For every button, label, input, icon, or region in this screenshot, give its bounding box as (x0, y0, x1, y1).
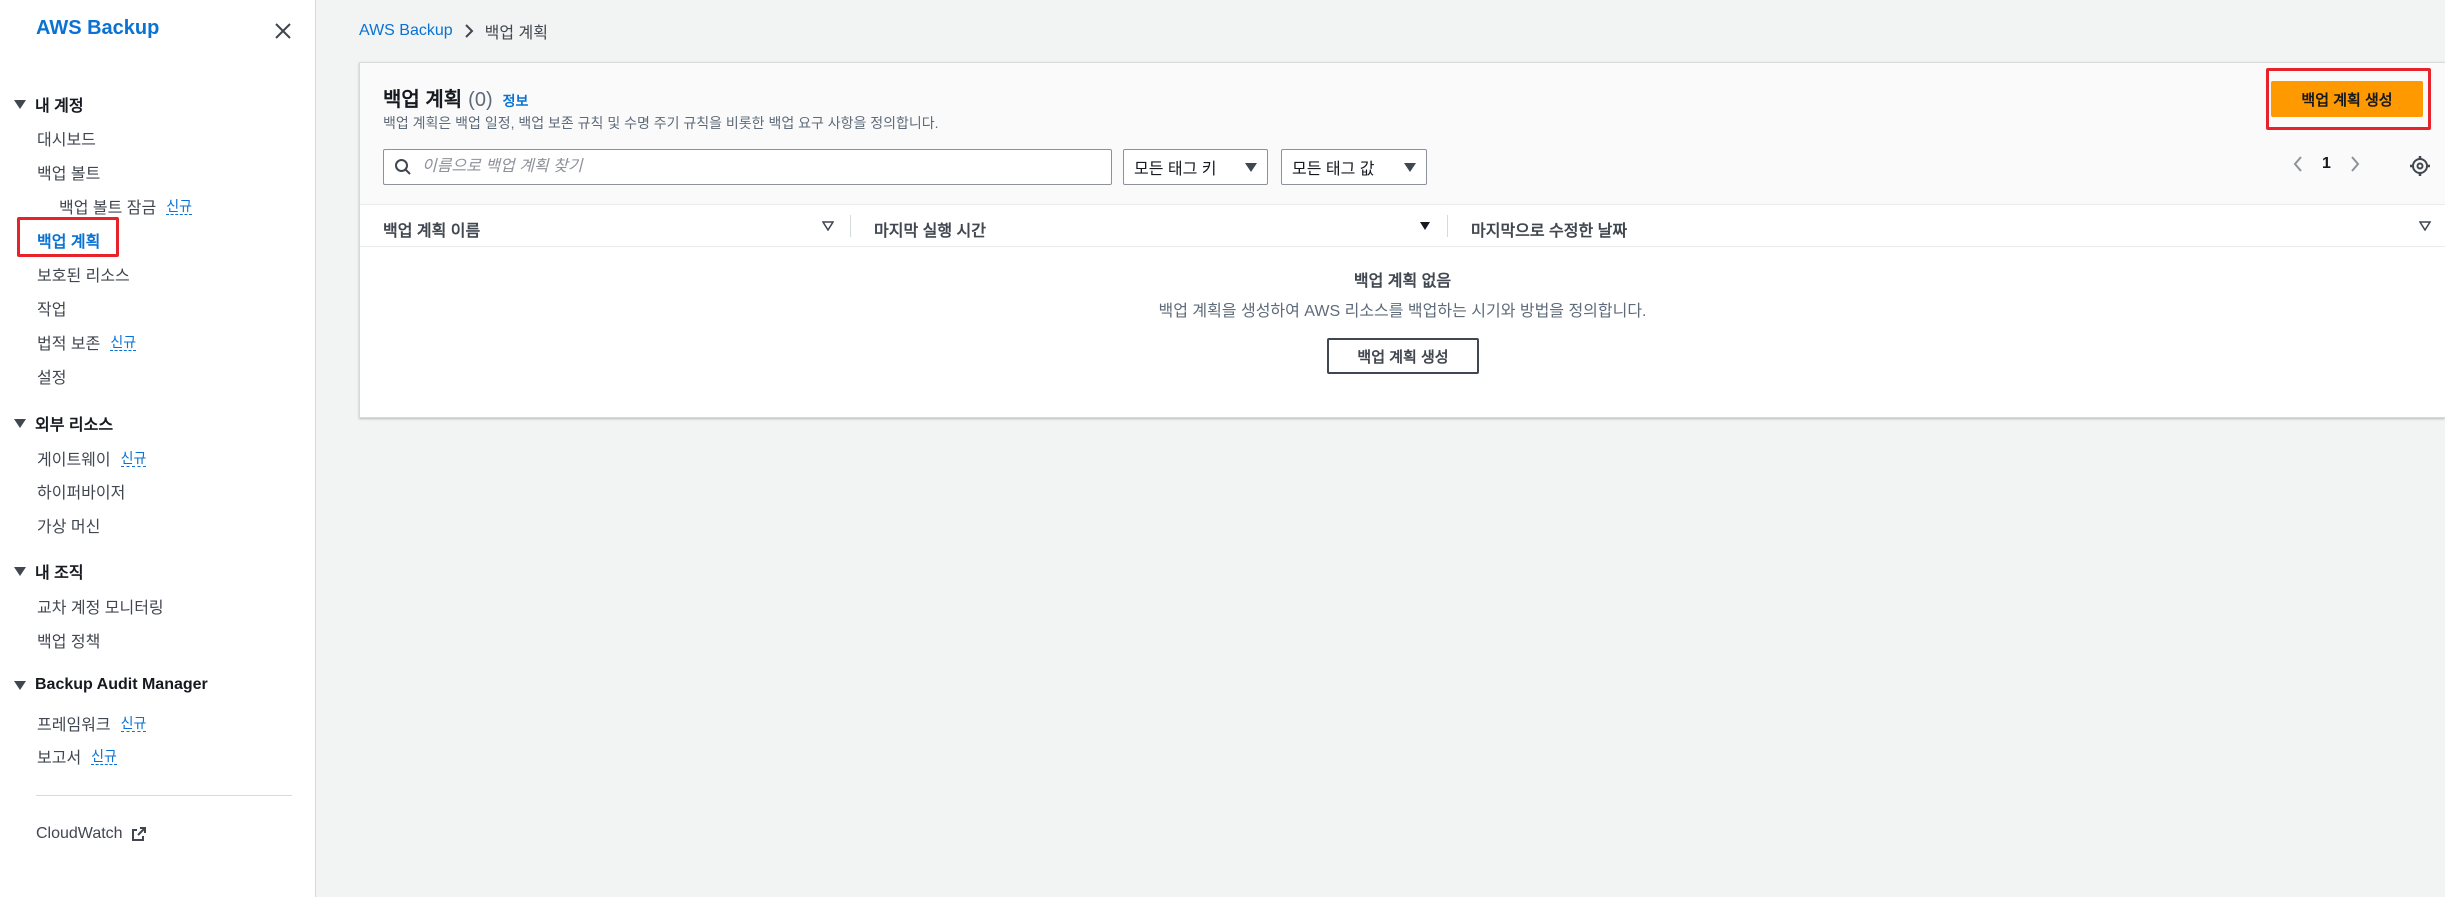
empty-state-title: 백업 계획 없음 (1353, 273, 1452, 290)
breadcrumb: AWS Backup 백업 계획 (359, 19, 548, 43)
new-badge: 신규 (110, 333, 137, 351)
empty-state-create-button[interactable]: 백업 계획 생성 (1327, 338, 1479, 374)
sidebar-item-hypervisor[interactable]: 하이퍼바이저 (37, 479, 125, 503)
sort-icon[interactable] (2419, 221, 2431, 231)
sidebar-item-vaults[interactable]: 백업 볼트 (37, 160, 100, 184)
caret-down-icon (1245, 162, 1257, 172)
page-title: 백업 계획 (0) 정보 (383, 83, 528, 112)
chevron-right-icon (464, 24, 474, 38)
new-badge: 신규 (120, 449, 147, 467)
backup-plans-table-panel: 백업 계획 (0) 정보 백업 계획은 백업 일정, 백업 보존 규칙 및 수명… (359, 62, 2445, 418)
column-divider (1447, 215, 1448, 237)
item-count: (0) (468, 89, 493, 111)
column-header-last-run[interactable]: 마지막 실행 시간 (874, 217, 986, 241)
sidebar-item-label: 게이트웨이 (37, 452, 111, 469)
sidebar-item-label: 백업 볼트 잠금 (59, 200, 157, 217)
table-header: 백업 계획 이름 마지막 실행 시간 마지막으로 수정한 날짜 (360, 205, 2445, 247)
new-badge: 신규 (120, 714, 147, 732)
breadcrumb-current: 백업 계획 (484, 25, 548, 42)
caret-down-icon (14, 680, 26, 690)
breadcrumb-root[interactable]: AWS Backup (359, 22, 453, 40)
panel-title-text: 백업 계획 (383, 89, 463, 111)
section-label: 외부 리소스 (35, 417, 114, 434)
sidebar-item-dashboard[interactable]: 대시보드 (37, 126, 96, 150)
sort-icon[interactable] (822, 221, 834, 231)
sidebar-item-vault-lock[interactable]: 백업 볼트 잠금 신규 (59, 194, 192, 218)
panel-description: 백업 계획은 백업 일정, 백업 보존 규칙 및 수명 주기 규칙을 비롯한 백… (383, 115, 939, 131)
column-header-plan-name[interactable]: 백업 계획 이름 (383, 217, 480, 241)
sidebar-divider (36, 795, 292, 796)
column-header-last-modified[interactable]: 마지막으로 수정한 날짜 (1471, 217, 1627, 241)
sidebar-item-protected-resources[interactable]: 보호된 리소스 (37, 262, 130, 286)
section-label: 내 계정 (35, 98, 84, 115)
section-label: Backup Audit Manager (35, 676, 208, 693)
sidebar-item-legal-hold[interactable]: 법적 보존 신규 (37, 330, 137, 354)
service-title[interactable]: AWS Backup (36, 17, 159, 40)
info-link[interactable]: 정보 (503, 91, 529, 111)
section-external-resources[interactable]: 외부 리소스 (14, 411, 113, 435)
column-divider (850, 215, 851, 237)
caret-down-icon (14, 99, 26, 109)
tag-key-select[interactable]: 모든 태그 키 (1123, 149, 1268, 185)
sidebar-item-reports[interactable]: 보고서 신규 (37, 744, 117, 768)
tag-value-select[interactable]: 모든 태그 값 (1281, 149, 1427, 185)
search-field[interactable] (383, 149, 1112, 185)
sidebar-item-backup-policies[interactable]: 백업 정책 (37, 628, 100, 652)
sidebar-item-label: CloudWatch (36, 825, 123, 842)
page-number[interactable]: 1 (2322, 155, 2331, 173)
close-icon[interactable] (272, 20, 294, 42)
sidebar-item-frameworks[interactable]: 프레임워크 신규 (37, 711, 147, 735)
new-badge: 신규 (166, 197, 192, 215)
sidebar-item-label: 프레임워크 (37, 717, 111, 734)
side-navigation: AWS Backup 내 계정 대시보드 백업 볼트 백업 볼트 잠금 신규 백… (0, 0, 316, 897)
chevron-right-icon[interactable] (2349, 155, 2361, 173)
chevron-left-icon[interactable] (2292, 155, 2304, 173)
sidebar-item-label: 보고서 (37, 750, 82, 767)
section-my-account[interactable]: 내 계정 (14, 92, 84, 116)
search-input[interactable] (422, 158, 1102, 176)
sidebar-item-jobs[interactable]: 작업 (37, 296, 66, 320)
sidebar-item-virtual-machines[interactable]: 가상 머신 (37, 513, 100, 537)
create-backup-plan-button[interactable]: 백업 계획 생성 (2271, 81, 2423, 117)
settings-icon[interactable] (2409, 155, 2431, 177)
sidebar-item-settings[interactable]: 설정 (37, 364, 66, 388)
tag-key-select-value: 모든 태그 키 (1134, 161, 1217, 178)
section-audit-manager[interactable]: Backup Audit Manager (14, 676, 208, 694)
search-icon (395, 159, 411, 175)
new-badge: 신규 (91, 747, 117, 765)
pagination: 1 (2292, 155, 2361, 173)
tag-value-select-value: 모든 태그 값 (1292, 161, 1375, 178)
sidebar-item-cross-account-monitoring[interactable]: 교차 계정 모니터링 (37, 594, 164, 618)
caret-down-icon (1404, 162, 1416, 172)
section-my-organization[interactable]: 내 조직 (14, 559, 84, 583)
sort-icon[interactable] (1419, 221, 1431, 231)
external-link-icon (131, 827, 146, 841)
sidebar-item-gateway[interactable]: 게이트웨이 신규 (37, 446, 147, 470)
caret-down-icon (14, 566, 26, 576)
sidebar-item-plans[interactable]: 백업 계획 (37, 228, 100, 252)
sidebar-item-cloudwatch[interactable]: CloudWatch (36, 825, 147, 843)
caret-down-icon (14, 418, 26, 428)
empty-state-description: 백업 계획을 생성하여 AWS 리소스를 백업하는 시기와 방법을 정의합니다. (1158, 303, 1647, 320)
section-label: 내 조직 (35, 565, 84, 582)
sidebar-item-label: 법적 보존 (37, 336, 101, 353)
